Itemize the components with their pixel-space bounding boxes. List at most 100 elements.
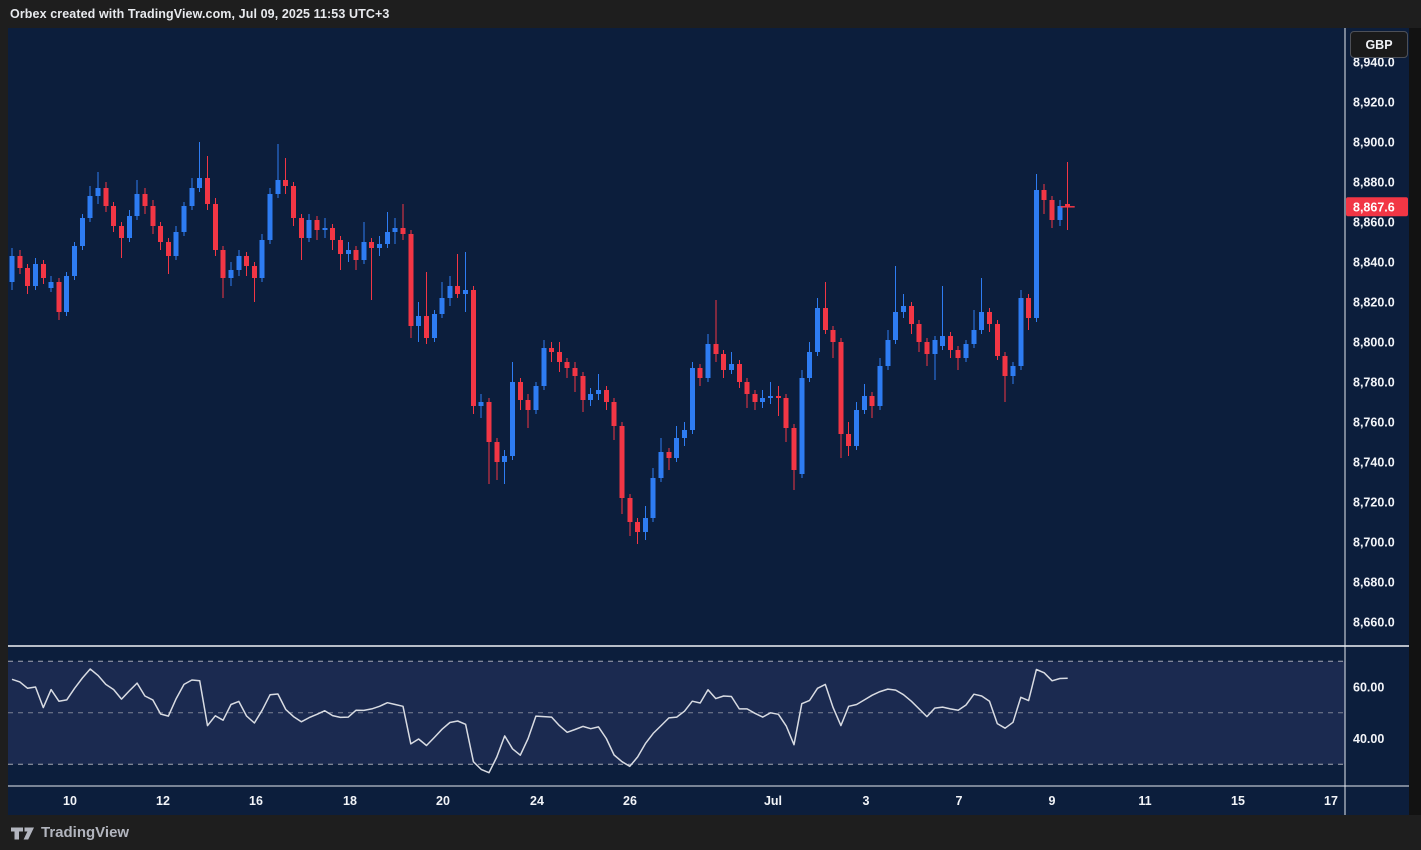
tradingview-watermark[interactable]: TradingView (41, 824, 129, 841)
candle (666, 452, 671, 458)
candle (924, 342, 929, 354)
bottom-bar: TradingView (0, 815, 1421, 850)
candle (283, 180, 288, 186)
price-tick-label: 8,920.0 (1353, 96, 1395, 110)
chart-attribution-text: Orbex created with TradingView.com, Jul … (10, 7, 389, 21)
candle (56, 282, 61, 312)
candle (33, 264, 38, 286)
time-tick-label: 20 (436, 794, 450, 808)
candle (189, 188, 194, 206)
candle (619, 426, 624, 498)
candle (627, 498, 632, 522)
rsi-tick-label: 60.00 (1353, 681, 1384, 695)
tradingview-logo-icon[interactable] (10, 824, 35, 842)
candle (487, 402, 492, 442)
candle (291, 186, 296, 218)
price-tick-label: 8,700.0 (1353, 536, 1395, 550)
price-tick-label: 8,780.0 (1353, 376, 1395, 390)
candle (479, 402, 484, 406)
chart-window: Orbex created with TradingView.com, Jul … (0, 0, 1421, 850)
candle (612, 402, 617, 426)
candle (330, 228, 335, 240)
candle (760, 398, 765, 402)
candle (1057, 206, 1062, 220)
rsi-tick-label: 40.00 (1353, 732, 1384, 746)
candle (745, 382, 750, 394)
candle (878, 366, 883, 406)
candle (846, 434, 851, 446)
candle (197, 178, 202, 188)
candle (393, 228, 398, 232)
candle (275, 180, 280, 194)
candle (643, 518, 648, 532)
candle (737, 364, 742, 382)
candle (971, 330, 976, 344)
candle (1042, 190, 1047, 200)
candle (815, 308, 820, 352)
candle (10, 256, 15, 282)
chart-canvas[interactable]: 8,940.08,920.08,900.08,880.08,860.08,840… (8, 28, 1409, 815)
candle (432, 314, 437, 338)
candle (236, 256, 241, 270)
price-tick-label: 8,800.0 (1353, 336, 1395, 350)
candle (729, 364, 734, 370)
candle (541, 348, 546, 386)
candle (64, 276, 69, 312)
candle (752, 394, 757, 402)
price-tick-label: 8,740.0 (1353, 456, 1395, 470)
candle (690, 368, 695, 430)
candle (792, 428, 797, 470)
candle (244, 256, 249, 266)
candle (354, 250, 359, 260)
price-tick-label: 8,820.0 (1353, 296, 1395, 310)
candle (314, 220, 319, 230)
candle (510, 382, 515, 456)
candle (80, 218, 85, 246)
last-price-label: 8,867.6 (1353, 200, 1395, 214)
right-scroll-strip (1409, 28, 1421, 815)
candle (49, 282, 54, 288)
time-tick-label: 3 (863, 794, 870, 808)
time-tick-label: 11 (1138, 794, 1151, 808)
candle (940, 336, 945, 346)
candle (111, 206, 116, 226)
time-tick-label: 10 (63, 794, 77, 808)
candle (885, 340, 890, 366)
candle (41, 264, 46, 278)
candle (471, 290, 476, 406)
candle (987, 312, 992, 324)
candle (776, 396, 781, 398)
candle (408, 234, 413, 326)
candle (416, 316, 421, 326)
candle (651, 478, 656, 518)
time-tick-label: 9 (1049, 794, 1056, 808)
candle (502, 456, 507, 462)
time-tick-label: Jul (764, 794, 782, 808)
candle (463, 290, 468, 294)
candle (103, 188, 108, 206)
candle (455, 286, 460, 294)
candle (995, 324, 1000, 356)
candle (807, 352, 812, 378)
candle (307, 220, 312, 238)
price-tick-label: 8,840.0 (1353, 256, 1395, 270)
candle (260, 240, 265, 278)
candle (854, 410, 859, 446)
candle (135, 194, 140, 216)
candle (893, 312, 898, 340)
candle (549, 348, 554, 352)
candle (565, 362, 570, 368)
candle (142, 194, 147, 206)
candle (182, 206, 187, 232)
candle (494, 442, 499, 462)
candle (909, 306, 914, 324)
currency-button[interactable]: GBP (1350, 31, 1408, 58)
price-tick-label: 8,660.0 (1353, 616, 1395, 630)
rsi-panel[interactable] (8, 661, 1345, 772)
candle (369, 242, 374, 248)
candle (158, 226, 163, 242)
time-tick-label: 24 (530, 794, 544, 808)
candle (166, 242, 171, 256)
time-tick-label: 15 (1231, 794, 1245, 808)
candle (447, 286, 452, 298)
